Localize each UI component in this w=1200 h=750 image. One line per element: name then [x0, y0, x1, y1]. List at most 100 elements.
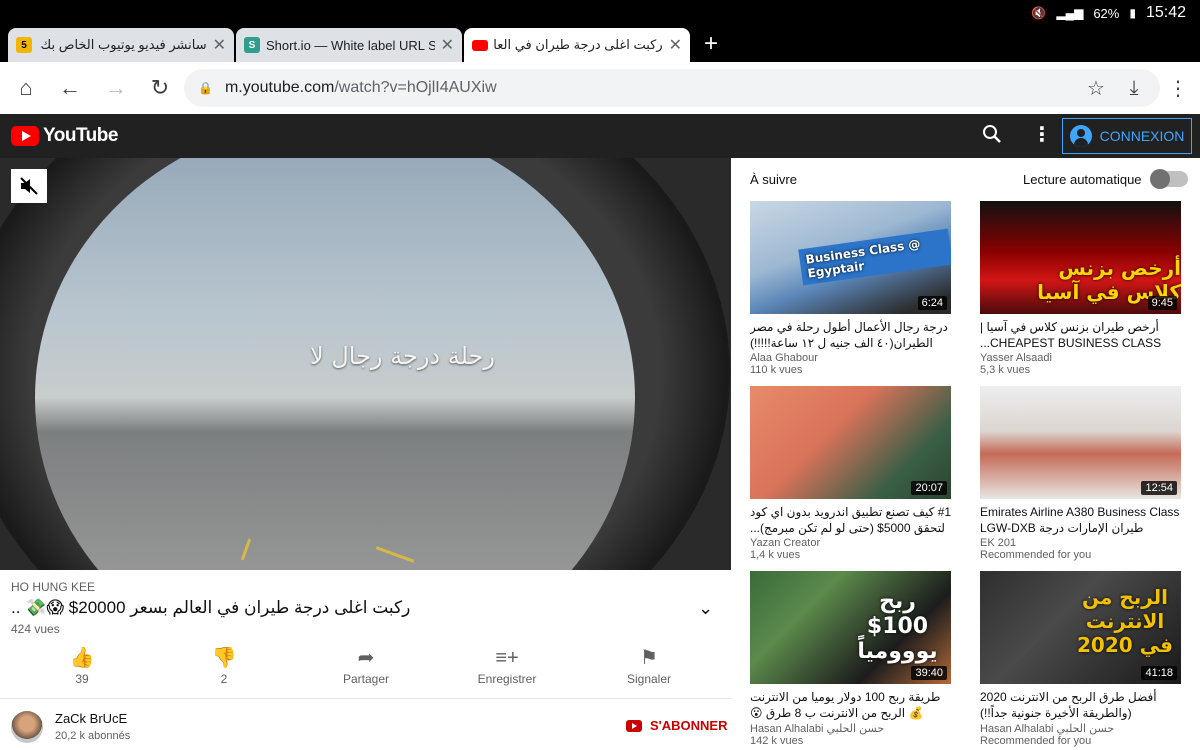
video-duration: 12:54	[1141, 481, 1177, 495]
video-channel: Yasser Alsaadi	[980, 352, 1052, 364]
download-icon[interactable]: ⤓	[1120, 74, 1148, 102]
tab-title: سانشر فيديو يوتيوب الخاص بك على	[38, 37, 207, 52]
thumbnail-text: Business Class @ Egyptair	[798, 228, 951, 286]
sign-in-label: CONNEXION	[1099, 128, 1185, 144]
tab-favicon: 5	[16, 37, 32, 53]
video-channel: Alaa Ghabour	[750, 352, 818, 364]
speaker-muted-icon	[20, 177, 38, 195]
like-button[interactable]: 👍 39	[27, 644, 137, 686]
video-channel: Hasan Alhalabi حسن الحلبي	[980, 723, 1115, 735]
brand-name: YouTube	[43, 125, 118, 146]
save-label: Enregistrer	[477, 672, 537, 686]
up-next-label: À suivre	[750, 172, 797, 187]
tab-favicon: S	[244, 37, 260, 53]
thumbnail-text: ربح 100$ يووومياً	[857, 589, 938, 664]
video-title: #1 كيف تصنع تطبيق اندرويد بدون اي كود لت…	[750, 505, 952, 535]
youtube-logo[interactable]: YouTube	[11, 125, 118, 147]
new-tab-icon[interactable]: +	[704, 30, 718, 58]
video-title: أرخص طيران بزنس كلاس في آسيا | CHEAPEST …	[980, 320, 1162, 350]
close-icon[interactable]: ✕	[441, 35, 454, 55]
video-overlay-caption: رحلة درجة رجال لا	[310, 342, 495, 370]
url-domain: m.youtube.com	[224, 79, 335, 96]
video-duration: 6:24	[917, 296, 947, 310]
unmute-button[interactable]	[11, 169, 47, 203]
channel-name[interactable]: ZaCk BrUcE	[55, 711, 127, 726]
video-title: درجة رجال الأعمال أطول رحلة في مصر الطير…	[750, 320, 948, 350]
video-meta: 1,4 k vues	[750, 549, 801, 561]
thumb-up-icon: 👍	[69, 647, 95, 669]
video-thumbnail[interactable]: Business Class @ Egyptair 6:24	[750, 201, 951, 314]
dislike-count: 2	[220, 672, 228, 686]
youtube-mini-icon	[626, 719, 642, 732]
star-icon[interactable]: ☆	[1082, 74, 1110, 102]
share-icon: ➦	[357, 647, 375, 669]
account-icon	[1069, 125, 1092, 147]
close-icon[interactable]: ✕	[213, 35, 226, 55]
playlist-add-icon: ≡+	[495, 647, 519, 669]
thumb-down-icon: 👎	[211, 647, 237, 669]
video-duration: 9:45	[1147, 296, 1177, 310]
video-thumbnail[interactable]: 20:07	[750, 386, 951, 499]
video-player[interactable]: رحلة درجة رجال لا	[0, 158, 731, 570]
more-options-icon[interactable]: ⋮	[1032, 122, 1052, 147]
home-icon[interactable]: ⌂	[12, 74, 40, 102]
report-label: Signaler	[626, 672, 672, 686]
recommended-video-card[interactable]: الربح من الانترنت في 2020 41:18 أفضل طرق…	[980, 571, 1182, 747]
sign-in-button[interactable]: CONNEXION	[1062, 118, 1192, 154]
video-duration: 20:07	[911, 481, 947, 495]
browser-tab[interactable]: S Short.io — White label URL Sho ✕	[236, 28, 462, 62]
browser-tab-active[interactable]: ركبت اغلى درجة طيران في العالم ✕	[464, 28, 690, 62]
search-icon[interactable]	[982, 124, 1002, 150]
forward-icon[interactable]: →	[102, 74, 130, 102]
video-meta: 5,3 k vues	[980, 364, 1031, 376]
video-channel-line: HO HUNG KEE	[11, 580, 96, 594]
recommended-video-card[interactable]: ربح 100$ يووومياً 39:40 طريقة ربح 100 دو…	[750, 571, 952, 747]
video-thumbnail[interactable]: 12:54	[980, 386, 1181, 499]
video-title: Emirates Airline A380 Business Class LGW…	[980, 505, 1180, 535]
chevron-down-icon[interactable]: ⌄	[698, 598, 713, 619]
video-channel: EK 201	[980, 537, 1017, 549]
battery-percent: 62%	[1093, 5, 1120, 21]
subscribe-label: S'ABONNER	[650, 718, 728, 733]
clock: 15:42	[1145, 4, 1186, 21]
reload-icon[interactable]: ↻	[146, 74, 174, 102]
recommended-video-card[interactable]: 20:07 #1 كيف تصنع تطبيق اندرويد بدون اي …	[750, 386, 952, 561]
runway-marking	[375, 546, 415, 563]
share-button[interactable]: ➦ Partager	[311, 644, 421, 686]
thumbnail-text: الربح من الانترنت في 2020	[1077, 585, 1173, 657]
video-title: أفضل طرق الربح من الانترنت 2020 (والطريق…	[980, 690, 1157, 720]
video-title: طريقة ربح 100 دولار يوميا من الانترنت 💰 …	[750, 690, 941, 720]
tab-strip: 5 سانشر فيديو يوتيوب الخاص بك على ✕ S Sh…	[0, 26, 1200, 62]
address-bar[interactable]: 🔒 m.youtube.com/watch?v=hOjlI4AUXiw	[184, 69, 1160, 107]
battery-icon: ▮	[1129, 6, 1136, 20]
video-thumbnail[interactable]: الربح من الانترنت في 2020 41:18	[980, 571, 1181, 684]
recommended-video-card[interactable]: 12:54 Emirates Airline A380 Business Cla…	[980, 386, 1182, 561]
tab-title: Short.io — White label URL Sho	[266, 37, 435, 53]
mute-status-icon: 🔇	[1031, 6, 1047, 20]
browser-tab[interactable]: 5 سانشر فيديو يوتيوب الخاص بك على ✕	[8, 28, 234, 62]
close-icon[interactable]: ✕	[669, 35, 682, 55]
url-path: /watch?v=hOjlI4AUXiw	[334, 79, 497, 96]
dislike-button[interactable]: 👎 2	[169, 644, 279, 686]
back-icon[interactable]: ←	[56, 74, 84, 102]
recommended-video-card[interactable]: أرخص بزنس كلاس في آسيا 9:45 أرخص طيران ب…	[980, 201, 1182, 376]
subscribe-button[interactable]: S'ABONNER	[626, 718, 728, 733]
video-thumbnail[interactable]: أرخص بزنس كلاس في آسيا 9:45	[980, 201, 1181, 314]
subscriber-count: 20,2 k abonnés	[55, 730, 131, 742]
channel-avatar[interactable]	[11, 711, 43, 743]
youtube-header: YouTube ⋮ CONNEXION	[0, 114, 1200, 158]
view-count: 424 vues	[11, 622, 60, 636]
video-title[interactable]: ركبت اغلى درجة طيران في العالم بسعر 2000…	[11, 598, 691, 618]
video-thumbnail[interactable]: ربح 100$ يووومياً 39:40	[750, 571, 951, 684]
youtube-favicon-icon	[472, 39, 488, 51]
more-menu-icon[interactable]: ⋮	[1164, 74, 1192, 102]
save-button[interactable]: ≡+ Enregistrer	[452, 644, 562, 686]
runway-marking	[240, 538, 252, 561]
recommended-video-card[interactable]: Business Class @ Egyptair 6:24 درجة رجال…	[750, 201, 952, 376]
report-button[interactable]: ⚑ Signaler	[594, 644, 704, 686]
video-actions: 👍 39 👎 2 ➦ Partager ≡+ Enregistrer ⚑ Sig…	[0, 644, 731, 696]
share-label: Partager	[342, 672, 390, 686]
video-meta: Recommended for you	[980, 549, 1092, 561]
youtube-play-icon	[11, 126, 39, 146]
autoplay-toggle[interactable]	[1150, 169, 1188, 189]
